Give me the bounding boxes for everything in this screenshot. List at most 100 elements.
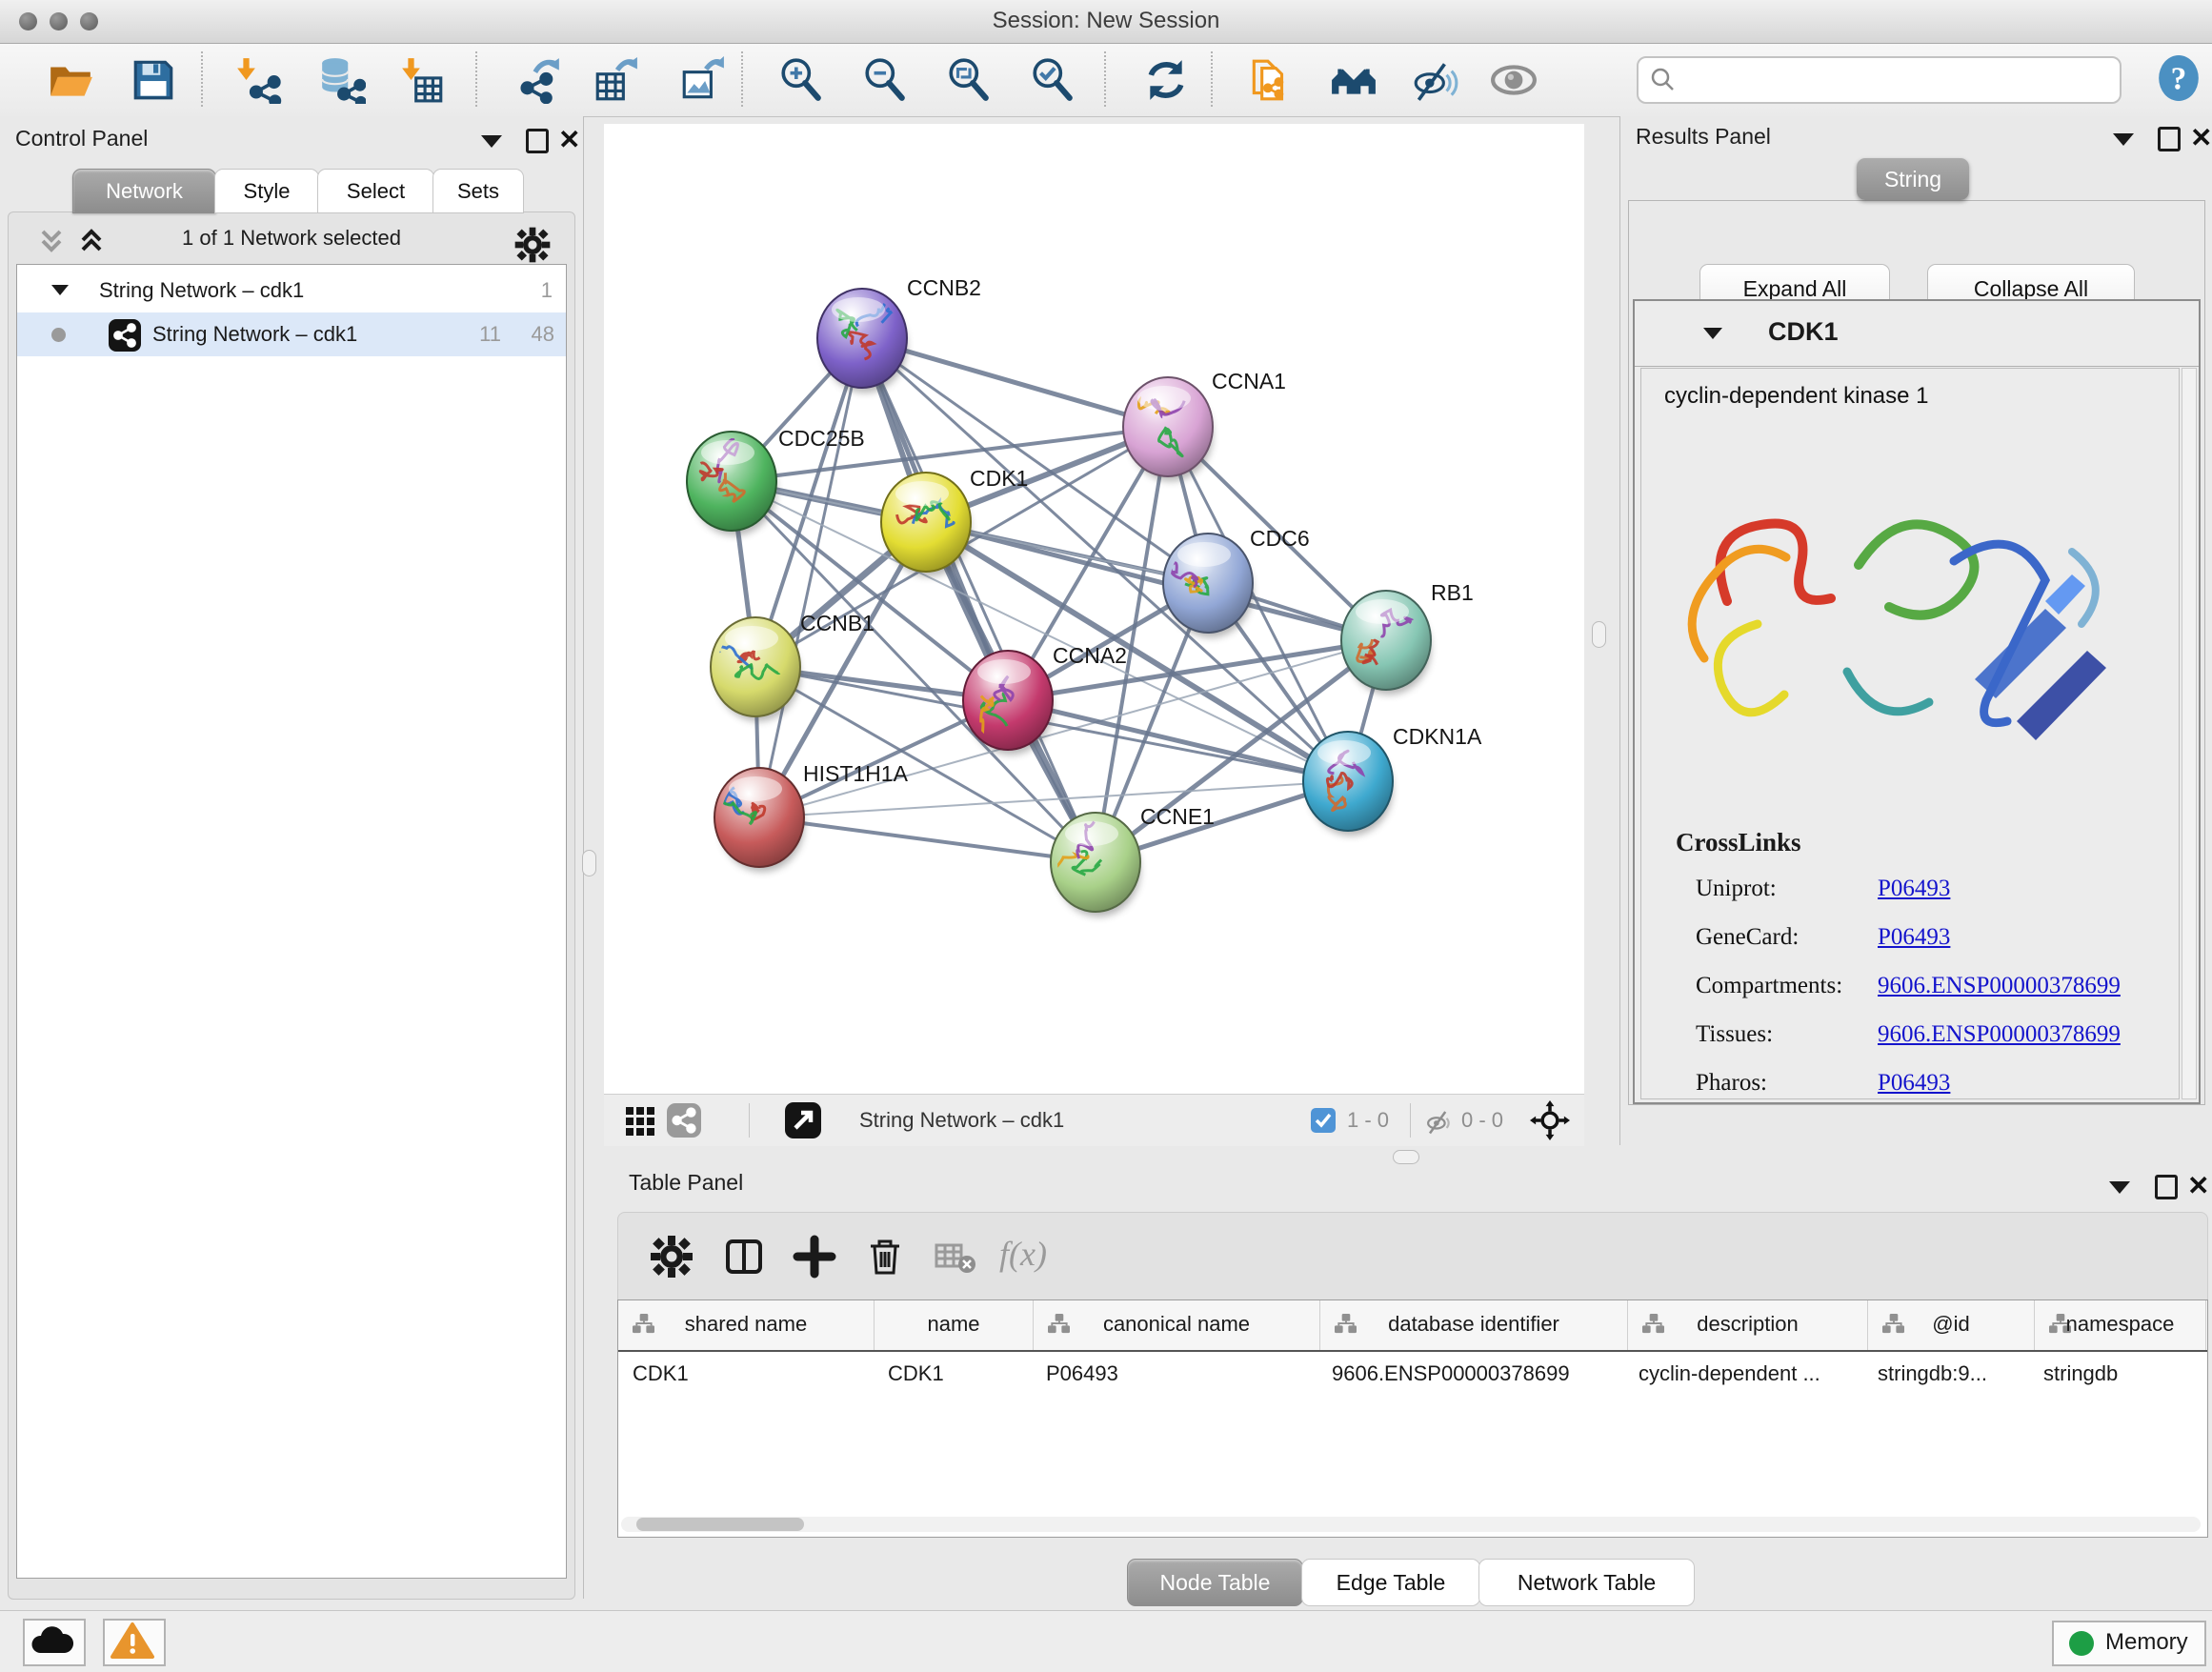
crosslink-link-uniprot[interactable]: P06493 [1878, 876, 1950, 902]
fit-content-crosshair-icon[interactable] [1530, 1100, 1570, 1140]
column-header-namespace[interactable]: namespace [2035, 1300, 2206, 1350]
network-node-CDC25B[interactable] [687, 432, 776, 535]
function-builder-icon[interactable]: f(x) [999, 1234, 1047, 1274]
network-edge-CCNA2-CDKN1A[interactable] [1008, 700, 1348, 781]
network-node-CCNA1[interactable] [1123, 377, 1213, 481]
eye-icon[interactable] [1490, 56, 1538, 104]
crosslink-link-compartments[interactable]: 9606.ENSP00000378699 [1878, 973, 2121, 999]
import-network-file-icon[interactable] [234, 56, 282, 104]
splitter-handle[interactable] [1393, 1150, 1419, 1164]
maximize-panel-icon[interactable] [2158, 127, 2181, 151]
main-toolbar: ? [0, 44, 2212, 117]
string-results-tab[interactable]: String [1857, 158, 1969, 200]
warning-button[interactable] [103, 1619, 166, 1666]
float-panel-icon[interactable] [481, 135, 502, 148]
table-h-scrollbar[interactable] [621, 1517, 2201, 1532]
close-panel-icon[interactable]: ✕ [558, 127, 580, 153]
tab-network[interactable]: Network [72, 169, 216, 213]
create-column-icon[interactable] [792, 1234, 837, 1279]
crosslink-link-tissues[interactable]: 9606.ENSP00000378699 [1878, 1021, 2121, 1048]
table-row[interactable]: CDK1CDK1P064939606.ENSP00000378699cyclin… [618, 1352, 2207, 1396]
network-node-CDKN1A[interactable] [1303, 732, 1393, 836]
column-header-database-identifier[interactable]: database identifier [1320, 1300, 1628, 1350]
tab-select[interactable]: Select [317, 169, 434, 213]
export-view-icon[interactable] [785, 1102, 821, 1138]
export-network-icon[interactable] [515, 56, 563, 104]
collection-label: String Network – cdk1 [99, 269, 304, 312]
network-node-RB1[interactable] [1341, 591, 1431, 695]
scrollbar-thumb[interactable] [636, 1518, 804, 1531]
column-header--id[interactable]: @id [1868, 1300, 2035, 1350]
zoom-in-icon[interactable] [777, 56, 825, 104]
results-scrollbar[interactable] [2182, 368, 2197, 1099]
svg-text:?: ? [2171, 61, 2187, 96]
hidden-eye-slash-icon[interactable] [1425, 1107, 1454, 1136]
node-details-header[interactable]: CDK1 [1635, 301, 2199, 367]
delete-column-icon[interactable] [862, 1234, 908, 1279]
help-icon[interactable]: ? [2155, 54, 2202, 102]
network-node-CCNB2[interactable] [817, 289, 907, 393]
network-edge-CDK1-RB1[interactable] [926, 522, 1386, 640]
network-edge-HIST1H1A-CCNE1[interactable] [759, 817, 1096, 862]
splitter-handle[interactable] [1592, 621, 1606, 648]
column-header-name[interactable]: name [875, 1300, 1034, 1350]
network-node-CDC6[interactable] [1163, 534, 1253, 637]
float-panel-icon[interactable] [2109, 1181, 2130, 1194]
column-header-shared-name[interactable]: shared name [618, 1300, 875, 1350]
network-collection-row[interactable]: String Network – cdk1 1 [17, 269, 566, 312]
gear-icon[interactable] [513, 226, 552, 264]
import-network-database-icon[interactable] [318, 56, 366, 104]
column-header-canonical-name[interactable]: canonical name [1034, 1300, 1320, 1350]
show-columns-icon[interactable] [721, 1234, 767, 1279]
crosslink-link-genecard[interactable]: P06493 [1878, 924, 1950, 951]
save-session-icon[interactable] [130, 56, 177, 104]
maximize-panel-icon[interactable] [2155, 1175, 2178, 1199]
search-input[interactable] [1688, 62, 2111, 96]
network-view-canvas[interactable]: CCNB2CCNA1CDC25BCDK1CDC6RB1CCNB1CCNA2CDK… [604, 124, 1584, 1094]
network-edge-CCNB2-HIST1H1A[interactable] [759, 338, 862, 817]
collection-expand-icon[interactable] [51, 285, 69, 295]
close-panel-icon[interactable]: ✕ [2190, 125, 2212, 151]
import-table-file-icon[interactable] [399, 56, 447, 104]
network-node-CCNB1[interactable] [696, 617, 800, 721]
crosslink-link-pharos[interactable]: P06493 [1878, 1070, 1950, 1097]
memory-label: Memory [2105, 1629, 2188, 1656]
zoom-fit-icon[interactable] [945, 56, 993, 104]
tab-network-table[interactable]: Network Table [1478, 1559, 1695, 1606]
delete-table-icon[interactable] [933, 1234, 978, 1279]
export-image-icon[interactable] [678, 56, 726, 104]
table-toolbar: f(x) [617, 1212, 2208, 1301]
network-node-HIST1H1A[interactable] [714, 768, 804, 872]
zoom-out-icon[interactable] [861, 56, 909, 104]
tab-sets[interactable]: Sets [432, 169, 524, 213]
selected-checkbox-icon[interactable] [1311, 1108, 1336, 1133]
zoom-selected-icon[interactable] [1029, 56, 1076, 104]
close-panel-icon[interactable]: ✕ [2187, 1173, 2209, 1199]
refresh-icon[interactable] [1142, 56, 1190, 104]
cloud-button[interactable] [23, 1619, 86, 1666]
tab-node-table[interactable]: Node Table [1127, 1559, 1303, 1606]
birdseye-grid-icon[interactable] [625, 1106, 655, 1137]
network-edge-CCNB2-CCNA1[interactable] [862, 338, 1168, 427]
eye-slash-icon[interactable] [1411, 56, 1458, 104]
tab-edge-table[interactable]: Edge Table [1301, 1559, 1480, 1606]
network-node-CCNE1[interactable] [1038, 813, 1140, 917]
export-table-icon[interactable] [592, 56, 639, 104]
search-box [1637, 56, 2122, 104]
table-gear-icon[interactable] [649, 1234, 694, 1279]
tab-style[interactable]: Style [214, 169, 319, 213]
memory-button[interactable]: Memory [2052, 1621, 2206, 1666]
collapse-section-icon[interactable] [1703, 328, 1722, 339]
houses-icon[interactable] [1330, 56, 1377, 104]
network-row[interactable]: String Network – cdk1 11 48 [17, 312, 566, 356]
column-header-description[interactable]: description [1628, 1300, 1868, 1350]
string-documents-icon[interactable] [1246, 56, 1294, 104]
network-share-icon[interactable] [667, 1103, 701, 1138]
network-view-footer: String Network – cdk1 1 - 0 0 - 0 [604, 1094, 1584, 1146]
node-label-CDC25B: CDC25B [778, 426, 865, 451]
float-panel-icon[interactable] [2113, 133, 2134, 146]
open-session-icon[interactable] [47, 56, 94, 104]
splitter-handle[interactable] [582, 850, 596, 876]
network-panel-subtoolbar: 1 of 1 Network selected [9, 212, 574, 264]
maximize-panel-icon[interactable] [526, 129, 549, 153]
